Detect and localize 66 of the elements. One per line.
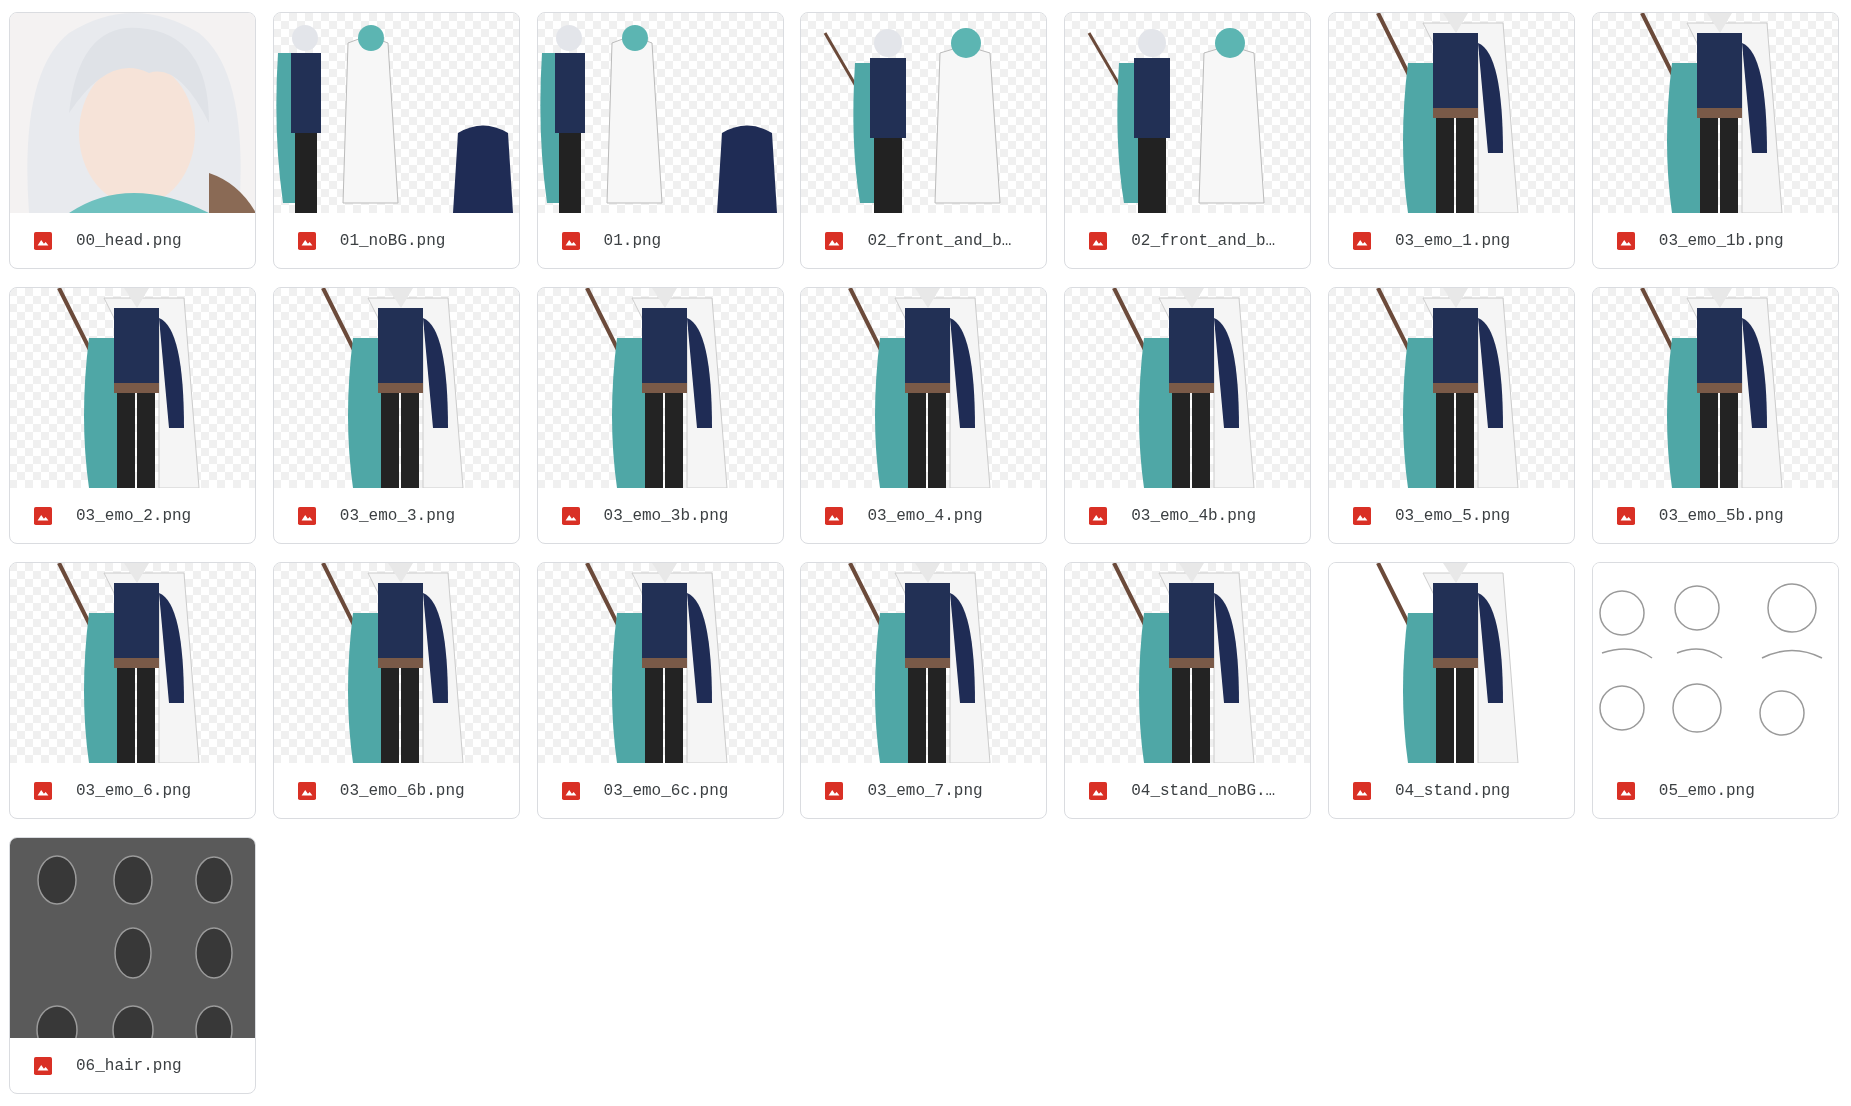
image-file-icon: [825, 506, 844, 525]
file-card[interactable]: 03_emo_6b.png: [272, 562, 520, 819]
file-card[interactable]: 03_emo_3b.png: [536, 287, 784, 544]
file-card[interactable]: 00_head.png: [9, 12, 256, 269]
image-file-icon: [825, 231, 844, 250]
image-file-icon: [1353, 231, 1371, 250]
image-file-icon: [297, 506, 316, 525]
image-file-icon: [1616, 506, 1635, 525]
file-name: 04_stand.png: [1395, 781, 1511, 800]
file-card[interactable]: 03_emo_6.png: [9, 562, 256, 819]
image-file-icon: [561, 231, 580, 250]
file-name: 03_emo_5b.png: [1658, 506, 1784, 525]
file-name: 04_stand_noBG.…: [1131, 781, 1276, 800]
file-card[interactable]: 03_emo_6c.png: [536, 562, 784, 819]
file-card[interactable]: 02_front_and_b…: [800, 12, 1048, 269]
file-card[interactable]: 03_emo_2.png: [9, 287, 256, 544]
image-file-icon: [1353, 781, 1371, 800]
file-card[interactable]: 05_emo.png: [1591, 562, 1839, 819]
image-file-icon: [1089, 781, 1108, 800]
image-file-icon: [1616, 231, 1635, 250]
file-card[interactable]: 03_emo_1b.png: [1591, 12, 1839, 269]
file-name: 03_emo_4b.png: [1131, 506, 1256, 525]
image-file-icon: [825, 781, 844, 800]
file-name: 03_emo_1b.png: [1658, 231, 1784, 250]
image-file-icon: [1089, 231, 1108, 250]
file-name: 03_emo_3.png: [339, 506, 455, 525]
file-name: 03_emo_3b.png: [603, 506, 729, 525]
file-card[interactable]: 03_emo_5.png: [1328, 287, 1575, 544]
file-name: 03_emo_6c.png: [603, 781, 729, 800]
file-card[interactable]: 04_stand_noBG.…: [1064, 562, 1312, 819]
file-name: 01_noBG.png: [339, 231, 446, 250]
image-file-icon: [1616, 781, 1635, 800]
image-file-icon: [34, 506, 52, 525]
file-name: 01.png: [603, 231, 662, 250]
file-name: 00_head.png: [76, 231, 182, 250]
file-name: 03_emo_6.png: [76, 781, 192, 800]
file-card[interactable]: 03_emo_4.png: [800, 287, 1048, 544]
file-card[interactable]: 03_emo_5b.png: [1591, 287, 1839, 544]
file-card[interactable]: 04_stand.png: [1328, 562, 1575, 819]
file-name: 05_emo.png: [1658, 781, 1755, 800]
image-file-icon: [34, 1056, 52, 1075]
image-file-icon: [561, 781, 580, 800]
file-name: 03_emo_6b.png: [339, 781, 465, 800]
file-card[interactable]: 03_emo_3.png: [272, 287, 520, 544]
file-name: 03_emo_4.png: [867, 506, 983, 525]
image-file-icon: [34, 781, 52, 800]
file-name: 06_hair.png: [76, 1056, 182, 1075]
file-card[interactable]: 03_emo_7.png: [800, 562, 1048, 819]
file-name: 02_front_and_b…: [1131, 231, 1276, 250]
image-file-icon: [1089, 506, 1108, 525]
file-name: 02_front_and_b…: [867, 231, 1012, 250]
file-name: 03_emo_2.png: [76, 506, 192, 525]
file-card[interactable]: 03_emo_4b.png: [1064, 287, 1312, 544]
image-file-icon: [297, 781, 316, 800]
file-card[interactable]: 03_emo_1.png: [1328, 12, 1575, 269]
image-file-icon: [561, 506, 580, 525]
file-card[interactable]: 06_hair.png: [9, 837, 256, 1094]
file-name: 03_emo_1.png: [1395, 231, 1511, 250]
image-file-icon: [34, 231, 52, 250]
file-card[interactable]: 02_front_and_b…: [1064, 12, 1312, 269]
file-name: 03_emo_7.png: [867, 781, 983, 800]
image-file-icon: [1353, 506, 1371, 525]
file-name: 03_emo_5.png: [1395, 506, 1511, 525]
image-file-icon: [297, 231, 316, 250]
file-card[interactable]: 01.png: [536, 12, 784, 269]
file-card[interactable]: 01_noBG.png: [272, 12, 520, 269]
